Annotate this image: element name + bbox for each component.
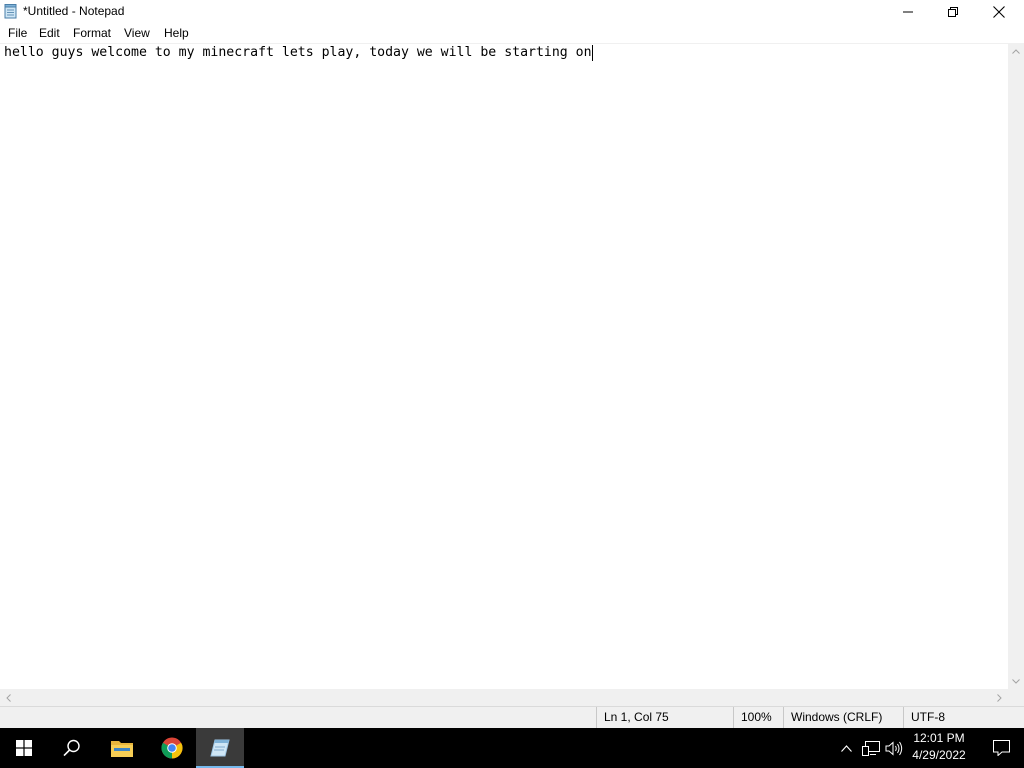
windows-start-icon xyxy=(16,740,32,756)
action-center-button[interactable] xyxy=(978,728,1024,768)
file-explorer-button[interactable] xyxy=(98,728,146,768)
title-bar[interactable]: *Untitled - Notepad xyxy=(0,0,1024,23)
minimize-icon xyxy=(903,11,913,12)
scroll-down-icon[interactable] xyxy=(1008,673,1024,689)
file-explorer-icon xyxy=(111,741,133,757)
cursor-position: Ln 1, Col 75 xyxy=(596,707,733,728)
minimize-button[interactable] xyxy=(885,0,931,23)
close-button[interactable] xyxy=(976,0,1022,23)
scrollbar-corner xyxy=(1008,689,1024,706)
menu-bar: File Edit Format View Help xyxy=(0,23,1024,43)
search-button[interactable] xyxy=(48,728,96,768)
restore-button[interactable] xyxy=(930,0,976,23)
close-icon xyxy=(993,5,1005,18)
start-button[interactable] xyxy=(0,728,48,768)
line-ending: Windows (CRLF) xyxy=(783,707,903,728)
text-caret xyxy=(591,45,593,61)
zoom-level: 100% xyxy=(733,707,783,728)
encoding: UTF-8 xyxy=(903,707,1024,728)
menu-help[interactable]: Help xyxy=(162,25,191,42)
volume-button[interactable] xyxy=(884,728,904,768)
scroll-left-icon[interactable] xyxy=(0,689,16,706)
vertical-scrollbar[interactable] xyxy=(1008,43,1024,689)
network-button[interactable] xyxy=(861,728,881,768)
taskbar: 12:01 PM 4/29/2022 xyxy=(0,728,1024,768)
menu-edit[interactable]: Edit xyxy=(37,25,62,42)
clock-date: 4/29/2022 xyxy=(912,748,966,762)
window-title: *Untitled - Notepad xyxy=(23,4,125,18)
status-bar: Ln 1, Col 75 100% Windows (CRLF) UTF-8 xyxy=(0,706,1024,728)
restore-icon xyxy=(948,6,958,17)
volume-icon xyxy=(885,740,903,756)
clock-time: 12:01 PM xyxy=(913,731,965,745)
search-icon xyxy=(63,739,80,757)
chrome-icon xyxy=(161,737,183,759)
editor-content[interactable]: hello guys welcome to my minecraft lets … xyxy=(4,45,593,61)
network-icon xyxy=(862,740,880,756)
menu-format[interactable]: Format xyxy=(71,25,113,42)
horizontal-scrollbar[interactable] xyxy=(0,689,1008,706)
scroll-up-icon[interactable] xyxy=(1008,43,1024,59)
menu-file[interactable]: File xyxy=(6,25,29,42)
editor-text: hello guys welcome to my minecraft lets … xyxy=(4,45,592,60)
show-hidden-icons-button[interactable] xyxy=(838,728,854,768)
chevron-up-icon xyxy=(840,744,852,752)
chrome-button[interactable] xyxy=(148,728,196,768)
scroll-right-icon[interactable] xyxy=(991,689,1007,706)
notepad-icon xyxy=(210,739,230,757)
clock[interactable]: 12:01 PM 4/29/2022 xyxy=(906,730,972,764)
text-editor[interactable]: hello guys welcome to my minecraft lets … xyxy=(0,43,1008,689)
notepad-icon[interactable] xyxy=(4,4,18,19)
notification-icon xyxy=(992,740,1010,756)
menu-view[interactable]: View xyxy=(122,25,152,42)
notepad-taskbar-button[interactable] xyxy=(196,728,244,768)
